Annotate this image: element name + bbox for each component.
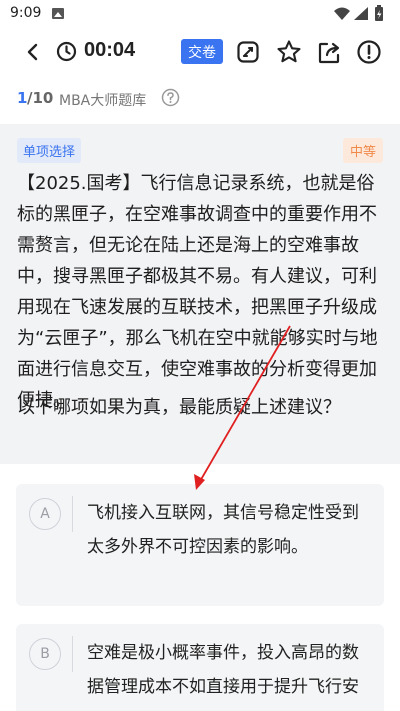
option-text: 飞机接入互联网，其信号稳定性受到太多外界不可控因素的影响。 <box>87 503 359 557</box>
help-icon[interactable] <box>161 88 180 107</box>
option-letter: B <box>29 638 61 670</box>
share-icon <box>318 42 339 63</box>
question-bank-name: MBA大师题库 <box>59 93 147 109</box>
back-icon <box>27 43 38 61</box>
progress-current: 1 <box>17 89 28 107</box>
share-button[interactable] <box>315 38 343 66</box>
progress-row: 1 /10 MBA大师题库 <box>0 84 400 112</box>
star-icon <box>277 40 301 63</box>
question-panel: 单项选择 中等 【2025.国考】飞行信息记录系统，也就是俗标的黑匣子，在空难事… <box>0 124 400 464</box>
difficulty-badge: 中等 <box>342 138 383 163</box>
option-divider <box>72 636 73 672</box>
submit-button[interactable]: 交卷 <box>181 39 223 64</box>
option-a[interactable]: A 飞机接入互联网，其信号稳定性受到太多外界不可控因素的影响。 <box>16 484 384 606</box>
status-time: 9:09 <box>10 5 42 21</box>
top-toolbar: 00:04 交卷 <box>0 28 400 76</box>
wifi-icon <box>334 7 350 20</box>
question-stem: 【2025.国考】飞行信息记录系统，也就是俗标的黑匣子，在空难事故调查中的重要作… <box>17 173 378 411</box>
question-ask: 以下哪项如果为真，最能质疑上述建议？ <box>17 397 341 418</box>
back-button[interactable] <box>18 38 46 66</box>
note-button[interactable] <box>234 38 262 66</box>
option-letter: A <box>29 498 61 530</box>
question-type-tag: 单项选择 <box>17 138 82 163</box>
option-b[interactable]: B 空难是极小概率事件，投入高昂的数据管理成本不如直接用于提升飞行安全。 <box>16 624 384 711</box>
signal-icon <box>354 7 368 20</box>
report-button[interactable] <box>355 38 383 66</box>
progress-total: /10 <box>27 89 54 107</box>
option-text: 空难是极小概率事件，投入高昂的数据管理成本不如直接用于提升飞行安全。 <box>87 643 359 697</box>
favorite-button[interactable] <box>275 38 303 66</box>
status-icons <box>334 5 383 21</box>
timer-readout: 00:04 <box>84 39 136 61</box>
timer-icon <box>56 41 77 62</box>
status-bar: 9:09 <box>0 0 400 28</box>
option-divider <box>72 496 73 532</box>
report-icon <box>357 40 381 64</box>
edit-note-icon <box>237 41 259 63</box>
image-icon <box>52 8 64 19</box>
